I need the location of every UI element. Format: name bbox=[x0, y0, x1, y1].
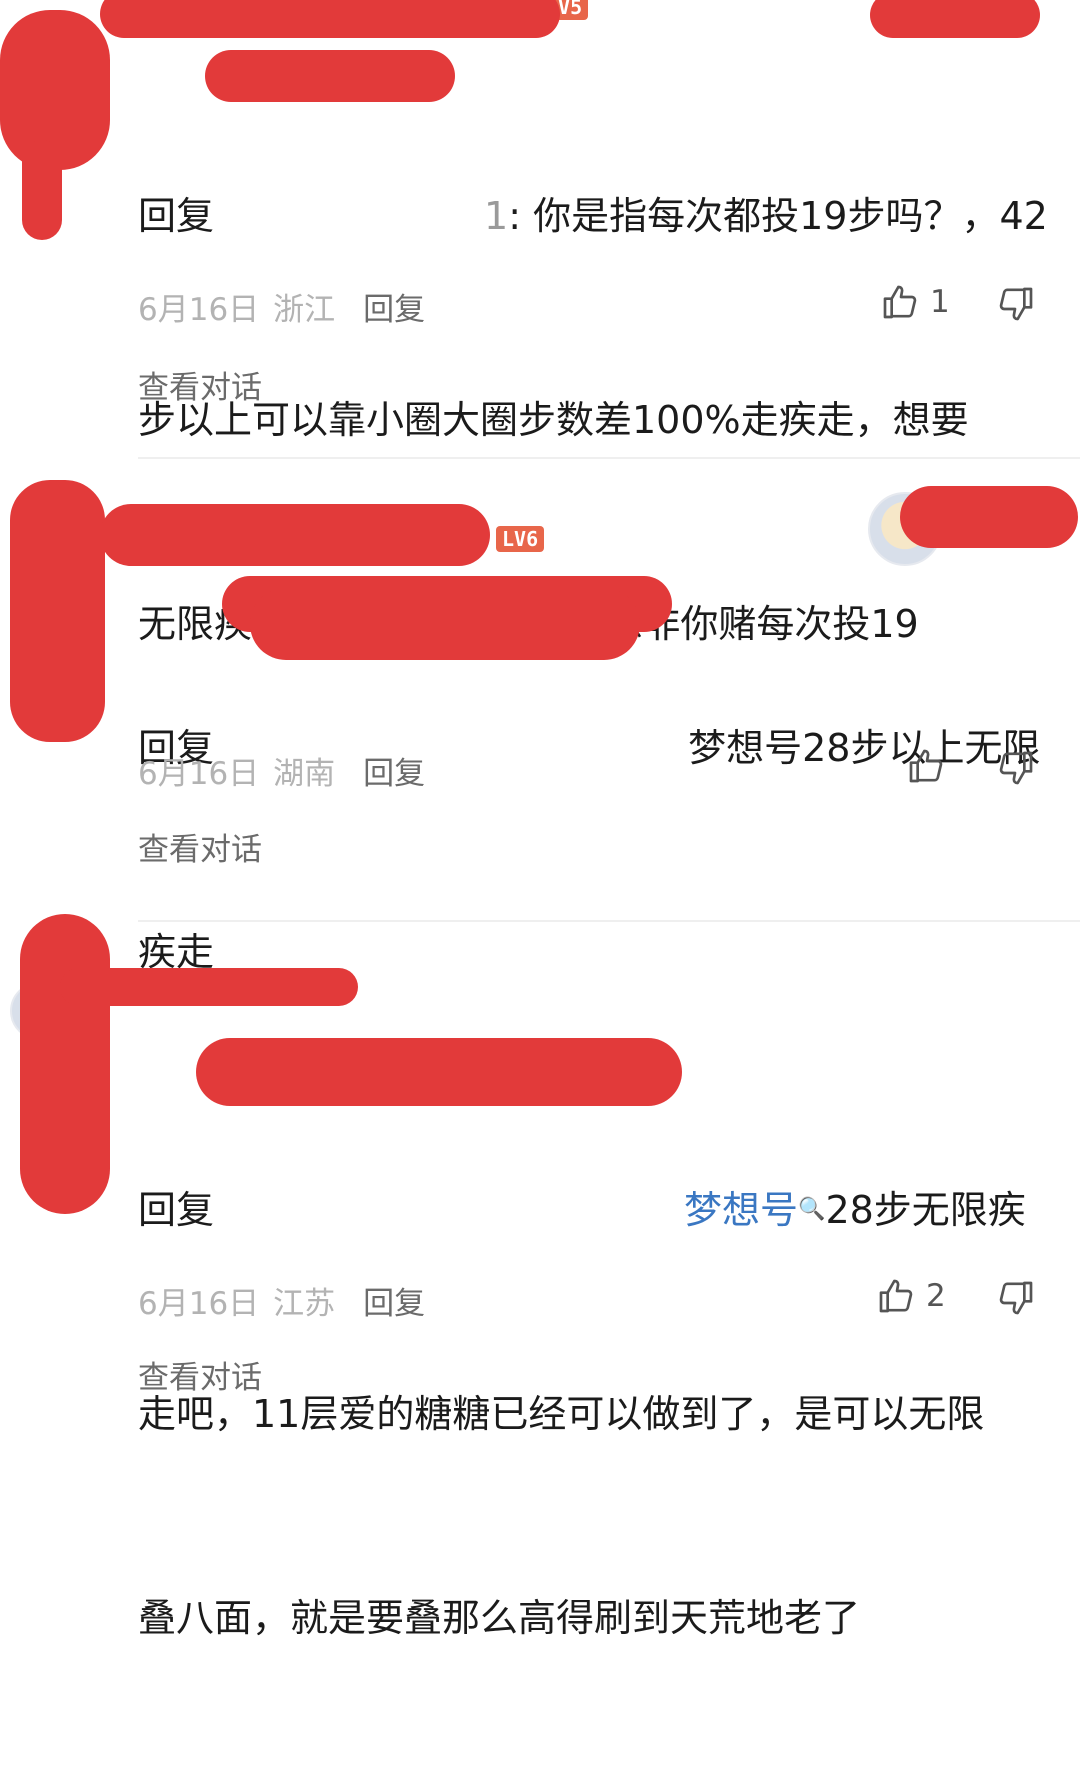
comment-date: 6月16日 bbox=[138, 292, 260, 328]
search-icon: 🔍 bbox=[798, 1197, 826, 1222]
thumbs-down-icon bbox=[999, 751, 1033, 785]
comment-location: 江苏 bbox=[273, 1286, 336, 1322]
comment-3-text: 回复 梦想号🔍28步无限疾 走吧，11层爱的糖糖已经可以做到了，是可以无限 叠八面… bbox=[138, 1040, 1078, 1788]
comment-3: 回复 梦想号🔍28步无限疾 走吧，11层爱的糖糖已经可以做到了，是可以无限 叠八面… bbox=[0, 914, 1080, 1640]
thumbs-down-icon bbox=[999, 287, 1033, 321]
like-count: 1 bbox=[930, 284, 950, 320]
comment-2: LV6 回复 梦想号28步以上无限 疾走 6月16日 湖南 回复 查看对话 bbox=[0, 460, 1080, 974]
thumbs-up-icon bbox=[879, 1279, 913, 1313]
comment-3-line-1: 回复 梦想号🔍28步无限疾 bbox=[138, 1176, 1078, 1244]
comment-1-line-2: 步以上可以靠小圈大圈步数差100%走疾走，想要 bbox=[138, 398, 969, 442]
redaction-mark bbox=[100, 0, 560, 38]
reply-prefix: 回复 bbox=[138, 194, 215, 238]
redaction-mark bbox=[20, 914, 110, 1214]
thumbs-down-icon bbox=[999, 1281, 1033, 1315]
comment-3-meta: 6月16日 江苏 回复 bbox=[138, 1278, 425, 1323]
reply-button[interactable]: 回复 bbox=[363, 1286, 425, 1322]
thumbs-up-icon bbox=[909, 749, 943, 783]
comment-date: 6月16日 bbox=[138, 1286, 260, 1322]
line-rest: : 你是指每次都投19步吗？，42 bbox=[508, 194, 1048, 238]
comment-3-line-3: 叠八面，就是要叠那么高得刷到天荒地老了 bbox=[138, 1596, 861, 1640]
redaction-mark bbox=[22, 140, 62, 240]
redaction-mark bbox=[250, 588, 640, 660]
dislike-button[interactable] bbox=[996, 1278, 1036, 1322]
comment-1-meta: 6月16日 浙江 回复 bbox=[138, 284, 425, 329]
redaction-mark bbox=[10, 480, 105, 742]
redaction-mark bbox=[870, 0, 1040, 38]
dislike-button[interactable] bbox=[996, 284, 1036, 328]
comment-location: 浙江 bbox=[273, 292, 336, 328]
reply-button[interactable]: 回复 bbox=[363, 292, 425, 328]
comment-3-line-2: 走吧，11层爱的糖糖已经可以做到了，是可以无限 bbox=[138, 1392, 985, 1436]
reply-button[interactable]: 回复 bbox=[363, 756, 425, 792]
redaction-mark bbox=[100, 504, 490, 566]
redaction-mark bbox=[196, 1038, 682, 1106]
thumbs-up-icon bbox=[883, 285, 917, 319]
view-conversation-link[interactable]: 查看对话 bbox=[138, 1352, 262, 1397]
redaction-mark bbox=[900, 486, 1078, 548]
comment-1: LV5 回复 1: 你是指每次都投19步吗？，42 步以上可以靠小圈大圈步数差10… bbox=[0, 0, 1080, 646]
comment-date: 6月16日 bbox=[138, 756, 260, 792]
redaction-mark bbox=[205, 50, 455, 102]
view-conversation-link[interactable]: 查看对话 bbox=[138, 362, 262, 407]
mention-link[interactable]: 梦想号 bbox=[684, 1188, 798, 1232]
dislike-button[interactable] bbox=[996, 748, 1036, 792]
like-button[interactable]: 1 bbox=[880, 282, 950, 322]
line-rest: 28步无限疾 bbox=[825, 1188, 1026, 1232]
comment-1-line-1: 回复 1: 你是指每次都投19步吗？，42 bbox=[138, 182, 1078, 250]
comment-2-meta: 6月16日 湖南 回复 bbox=[138, 748, 425, 793]
comment-divider bbox=[138, 457, 1080, 459]
comment-location: 湖南 bbox=[273, 756, 336, 792]
line-rest: 梦想号28步以上无限 bbox=[676, 726, 1041, 770]
reply-target-tail: 1 bbox=[484, 194, 509, 238]
redaction-mark bbox=[60, 968, 358, 1006]
like-button[interactable]: 2 bbox=[876, 1276, 946, 1316]
level-badge: LV6 bbox=[496, 526, 545, 552]
like-count: 2 bbox=[926, 1278, 946, 1314]
view-conversation-link[interactable]: 查看对话 bbox=[138, 824, 262, 869]
reply-prefix: 回复 bbox=[138, 1188, 215, 1232]
like-button[interactable] bbox=[906, 746, 946, 786]
